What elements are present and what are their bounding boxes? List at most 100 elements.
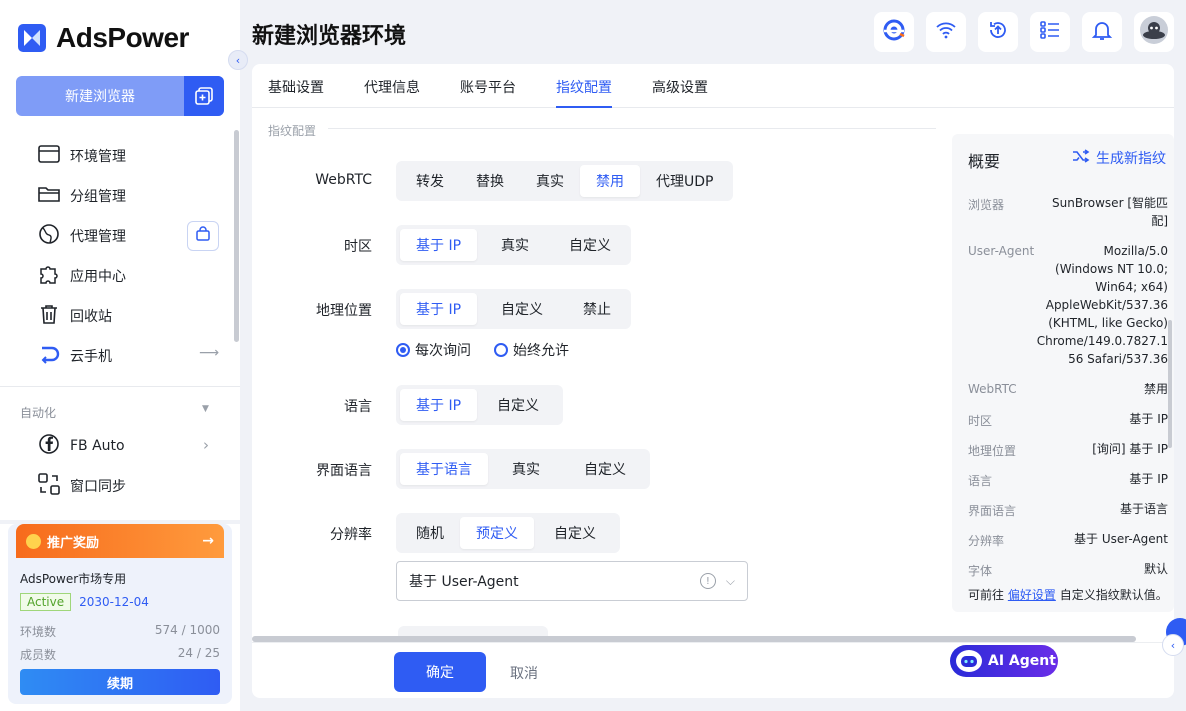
geo-radio-allow[interactable]: 始终允许 bbox=[494, 340, 569, 360]
tab-proxy[interactable]: 代理信息 bbox=[364, 77, 420, 97]
promo-title: 推广奖励 bbox=[47, 535, 100, 551]
proxy-shop-button[interactable] bbox=[187, 221, 219, 251]
sidebar-scrollbar[interactable] bbox=[234, 130, 239, 342]
sidebar-item-window-sync[interactable]: 窗口同步 bbox=[38, 473, 126, 499]
summary-value: 基于 User-Agent bbox=[1074, 532, 1168, 546]
timezone-option-ip[interactable]: 基于 IP bbox=[400, 229, 478, 261]
shuffle-icon bbox=[1072, 149, 1090, 167]
tab-fingerprint[interactable]: 指纹配置 bbox=[556, 77, 612, 97]
summary-value-line: 56 Safari/537.36 bbox=[1068, 352, 1168, 366]
arrow-right-icon: ⟶ bbox=[199, 345, 220, 361]
tasks-button[interactable] bbox=[1030, 12, 1070, 52]
summary-value: 禁用 bbox=[1143, 382, 1168, 396]
sidebar-item-proxy[interactable]: 代理管理 bbox=[38, 224, 126, 248]
ui-language-option-custom[interactable]: 自定义 bbox=[564, 453, 646, 485]
ui-language-label: 界面语言 bbox=[316, 463, 372, 479]
generate-fingerprint-button[interactable]: 生成新指纹 bbox=[1072, 148, 1166, 168]
notifications-button[interactable] bbox=[1082, 12, 1122, 52]
summary-key: 浏览器 bbox=[968, 198, 1005, 212]
member-count-value: 24 / 25 bbox=[177, 646, 220, 660]
geo-option-ip[interactable]: 基于 IP bbox=[400, 293, 478, 325]
webrtc-option-proxy-udp[interactable]: 代理UDP bbox=[640, 165, 729, 197]
summary-key: 分辨率 bbox=[968, 534, 1005, 548]
sidebar-item-label: 环境管理 bbox=[70, 149, 126, 165]
status-badge: Active bbox=[20, 593, 72, 611]
summary-key: 语言 bbox=[968, 474, 993, 488]
network-button[interactable] bbox=[926, 12, 966, 52]
generate-fingerprint-label: 生成新指纹 bbox=[1096, 151, 1166, 167]
env-count-label: 环境数 bbox=[20, 625, 57, 639]
list-icon bbox=[1039, 19, 1061, 45]
robot-icon bbox=[956, 650, 982, 672]
chevron-right-icon[interactable]: › bbox=[203, 436, 209, 454]
tab-basic[interactable]: 基础设置 bbox=[268, 77, 324, 97]
language-option-custom[interactable]: 自定义 bbox=[477, 389, 559, 421]
resolution-option-predefined[interactable]: 预定义 bbox=[460, 517, 534, 549]
summary-value-line: (KHTML, like Gecko) bbox=[1048, 316, 1168, 330]
brand-logo[interactable]: AdsPower bbox=[18, 22, 189, 54]
cloud-phone-icon bbox=[38, 343, 60, 369]
summary-value: [询问] 基于 IP bbox=[1092, 442, 1168, 456]
update-button[interactable] bbox=[978, 12, 1018, 52]
geo-option-block[interactable]: 禁止 bbox=[567, 293, 627, 325]
confirm-button[interactable]: 确定 bbox=[394, 652, 486, 692]
timezone-segmented: 基于 IP 真实 自定义 bbox=[396, 225, 632, 265]
ui-language-option-lang[interactable]: 基于语言 bbox=[400, 453, 488, 485]
resolution-option-random[interactable]: 随机 bbox=[400, 517, 460, 549]
resolution-select[interactable]: 基于 User-Agent ! ⌵ bbox=[396, 561, 748, 601]
webrtc-option-replace[interactable]: 替换 bbox=[460, 165, 520, 197]
user-avatar-button[interactable] bbox=[1134, 12, 1174, 52]
chevron-down-icon[interactable]: ▼ bbox=[202, 404, 209, 414]
radio-unchecked-icon bbox=[494, 343, 508, 357]
promo-card: 推广奖励 → AdsPower市场专用 Active 2030-12-04 环境… bbox=[8, 524, 232, 704]
expand-left-icon[interactable]: ‹ bbox=[1162, 634, 1184, 656]
active-tab-indicator bbox=[556, 106, 612, 108]
sidebar-item-apps[interactable]: 应用中心 bbox=[38, 264, 126, 288]
sidebar-item-cloud-phone[interactable]: 云手机 bbox=[38, 344, 112, 368]
page-title: 新建浏览器环境 bbox=[252, 24, 407, 49]
new-browser-button[interactable]: 新建浏览器 bbox=[16, 76, 224, 116]
summary-panel: 概要 生成新指纹 浏览器 SunBrowser [智能匹 配] User-Age… bbox=[952, 134, 1174, 612]
info-icon[interactable]: ! bbox=[699, 573, 716, 589]
language-option-ip[interactable]: 基于 IP bbox=[400, 389, 478, 421]
folder-icon bbox=[38, 183, 60, 209]
summary-value-line: Mozilla/5.0 bbox=[1103, 244, 1168, 258]
summary-scrollbar[interactable] bbox=[1168, 320, 1172, 448]
sidebar-item-group[interactable]: 分组管理 bbox=[38, 184, 126, 208]
ai-agent-button[interactable]: AI Agent bbox=[950, 645, 1058, 677]
shopping-bag-icon bbox=[195, 226, 211, 246]
sync-windows-icon bbox=[38, 473, 60, 499]
webrtc-option-real[interactable]: 真实 bbox=[520, 165, 580, 197]
summary-key: 时区 bbox=[968, 414, 993, 428]
env-count-value: 574 / 1000 bbox=[154, 623, 220, 637]
webrtc-option-forward[interactable]: 转发 bbox=[400, 165, 460, 197]
renew-button[interactable]: 续期 bbox=[20, 669, 220, 695]
summary-key: 地理位置 bbox=[968, 444, 1017, 458]
batch-add-icon[interactable] bbox=[184, 76, 224, 116]
sidebar-item-trash[interactable]: 回收站 bbox=[38, 304, 112, 328]
geo-option-custom[interactable]: 自定义 bbox=[477, 293, 567, 325]
tab-bar: 基础设置 代理信息 账号平台 指纹配置 高级设置 bbox=[252, 64, 1174, 108]
tab-account-platform[interactable]: 账号平台 bbox=[460, 77, 516, 97]
sidebar-item-label: 代理管理 bbox=[70, 229, 126, 245]
preferences-link[interactable]: 偏好设置 bbox=[1008, 588, 1056, 602]
header-brand-button[interactable] bbox=[874, 12, 914, 52]
timezone-option-real[interactable]: 真实 bbox=[477, 229, 553, 261]
sidebar: AdsPower 新建浏览器 环境管理 分组管理 代理管理 应用中心 回收站 云… bbox=[0, 0, 240, 711]
geo-radio-ask[interactable]: 每次询问 bbox=[396, 340, 471, 360]
summary-value: 默认 bbox=[1143, 562, 1168, 576]
puzzle-icon bbox=[38, 263, 60, 289]
section-label: 指纹配置 bbox=[268, 124, 317, 138]
resolution-option-custom[interactable]: 自定义 bbox=[534, 517, 616, 549]
sidebar-item-env[interactable]: 环境管理 bbox=[38, 144, 126, 168]
webrtc-option-disabled[interactable]: 禁用 bbox=[580, 165, 640, 197]
collapse-sidebar-button[interactable]: ‹ bbox=[228, 50, 248, 70]
cancel-button[interactable]: 取消 bbox=[510, 663, 538, 683]
tab-advanced[interactable]: 高级设置 bbox=[652, 77, 708, 97]
promo-header[interactable]: 推广奖励 → bbox=[16, 524, 224, 558]
browser-window-icon bbox=[38, 143, 60, 169]
sidebar-item-fb-auto[interactable]: FB Auto bbox=[38, 434, 125, 458]
timezone-option-custom[interactable]: 自定义 bbox=[553, 229, 627, 261]
language-label: 语言 bbox=[344, 399, 372, 415]
ui-language-option-real[interactable]: 真实 bbox=[488, 453, 564, 485]
